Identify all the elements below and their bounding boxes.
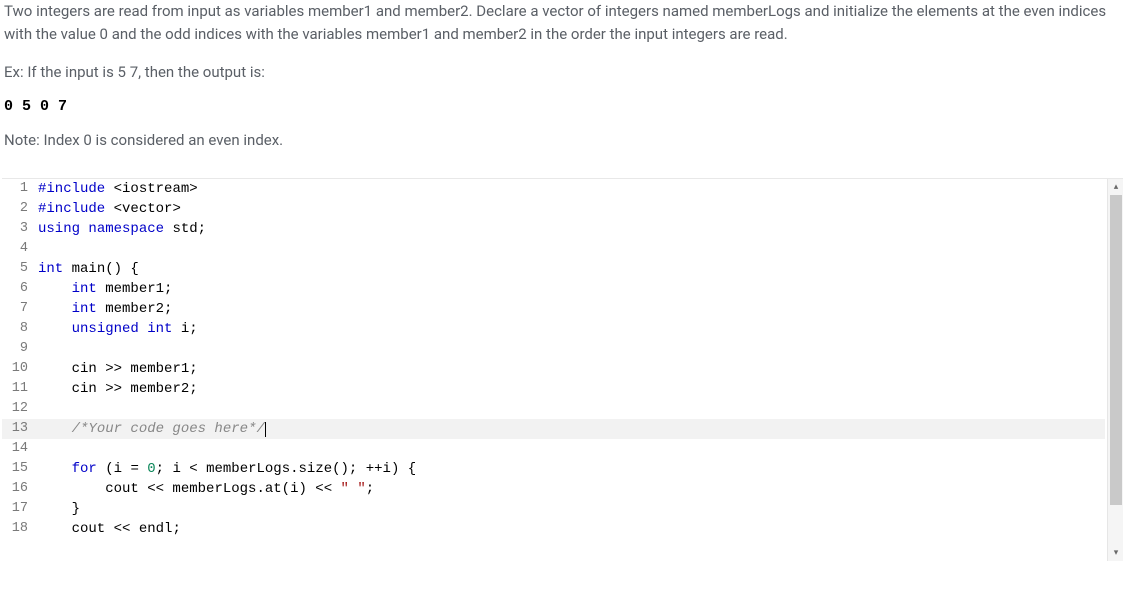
code-line[interactable]: 6 int member1;: [2, 279, 1105, 299]
code-line[interactable]: 15 for (i = 0; i < memberLogs.size(); ++…: [2, 459, 1105, 479]
line-number: 6: [2, 279, 38, 299]
sample-output: 0 5 0 7: [4, 98, 1121, 115]
code-line[interactable]: 16 cout << memberLogs.at(i) << " ";: [2, 479, 1105, 499]
problem-statement: Two integers are read from input as vari…: [0, 0, 1125, 178]
text-cursor-icon: [265, 422, 266, 437]
code-line[interactable]: 8 unsigned int i;: [2, 319, 1105, 339]
code-line-content[interactable]: int member1;: [38, 279, 1105, 299]
code-line-content[interactable]: cout << endl;: [38, 519, 1105, 539]
code-line-content[interactable]: for (i = 0; i < memberLogs.size(); ++i) …: [38, 459, 1105, 479]
code-line-content[interactable]: cin >> member2;: [38, 379, 1105, 399]
scroll-down-arrow-icon[interactable]: ▾: [1108, 545, 1124, 561]
problem-note: Note: Index 0 is considered an even inde…: [4, 129, 1121, 152]
code-line[interactable]: 12: [2, 399, 1105, 419]
code-line-content[interactable]: #include <iostream>: [38, 179, 1105, 199]
code-line[interactable]: 18 cout << endl;: [2, 519, 1105, 539]
scroll-up-arrow-icon[interactable]: ▴: [1108, 179, 1124, 195]
line-number: 8: [2, 319, 38, 339]
line-number: 9: [2, 339, 38, 359]
code-line[interactable]: 14: [2, 439, 1105, 459]
line-number: 15: [2, 459, 38, 479]
code-line[interactable]: 3using namespace std;: [2, 219, 1105, 239]
code-line-content[interactable]: unsigned int i;: [38, 319, 1105, 339]
example-label: Ex: If the input is 5 7, then the output…: [4, 61, 1121, 84]
code-line-content[interactable]: int main() {: [38, 259, 1105, 279]
code-line-content[interactable]: #include <vector>: [38, 199, 1105, 219]
code-line[interactable]: 2#include <vector>: [2, 199, 1105, 219]
line-number: 2: [2, 199, 38, 219]
line-number: 16: [2, 479, 38, 499]
code-line[interactable]: 17 }: [2, 499, 1105, 519]
line-number: 12: [2, 399, 38, 419]
code-editor-wrap: 1#include <iostream>2#include <vector>3u…: [2, 178, 1123, 561]
line-number: 4: [2, 239, 38, 259]
code-line-content[interactable]: [38, 399, 1105, 419]
line-number: 13: [2, 419, 38, 439]
line-number: 11: [2, 379, 38, 399]
code-line-content[interactable]: [38, 239, 1105, 259]
code-line[interactable]: 11 cin >> member2;: [2, 379, 1105, 399]
code-line[interactable]: 9: [2, 339, 1105, 359]
code-line[interactable]: 7 int member2;: [2, 299, 1105, 319]
code-line-content[interactable]: cin >> member1;: [38, 359, 1105, 379]
code-line-content[interactable]: /*Your code goes here*/: [38, 419, 1105, 439]
scrollbar-track[interactable]: ▴ ▾: [1107, 179, 1123, 561]
code-line[interactable]: 1#include <iostream>: [2, 179, 1105, 199]
code-line-content[interactable]: int member2;: [38, 299, 1105, 319]
code-line-content[interactable]: cout << memberLogs.at(i) << " ";: [38, 479, 1105, 499]
code-line-content[interactable]: using namespace std;: [38, 219, 1105, 239]
code-line-content[interactable]: }: [38, 499, 1105, 519]
code-editor[interactable]: 1#include <iostream>2#include <vector>3u…: [2, 179, 1123, 561]
code-line[interactable]: 10 cin >> member1;: [2, 359, 1105, 379]
line-number: 1: [2, 179, 38, 199]
code-line-content[interactable]: [38, 339, 1105, 359]
line-number: 14: [2, 439, 38, 459]
line-number: 5: [2, 259, 38, 279]
line-number: 7: [2, 299, 38, 319]
code-line[interactable]: 13 /*Your code goes here*/: [2, 419, 1105, 439]
code-line[interactable]: 4: [2, 239, 1105, 259]
line-number: 17: [2, 499, 38, 519]
scrollbar-thumb[interactable]: [1110, 195, 1122, 505]
code-line-content[interactable]: [38, 439, 1105, 459]
line-number: 10: [2, 359, 38, 379]
line-number: 18: [2, 519, 38, 539]
problem-paragraph-1: Two integers are read from input as vari…: [4, 0, 1121, 47]
code-line[interactable]: 5int main() {: [2, 259, 1105, 279]
line-number: 3: [2, 219, 38, 239]
